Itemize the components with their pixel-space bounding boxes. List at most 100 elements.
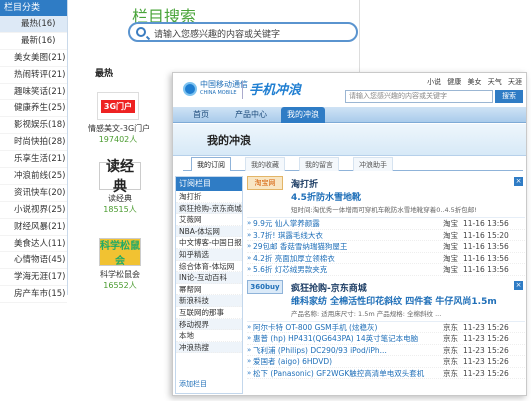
category-item[interactable]: 财经风暴(21) [0,219,67,236]
feed-item-title[interactable]: 飞利浦 (Philips) DC290/93 iPod/iPh... [253,346,387,355]
subscription-sidebar: 订阅栏目 淘打折疯狂抢购-京东商城艾薇网NBA-体坛网中文博客-中国日报网知乎精… [175,176,243,394]
category-item[interactable]: 美女美图(21) [0,50,67,67]
search-box[interactable]: 请输入您感兴趣的内容或关键字 [128,22,358,42]
feed-item-title[interactable]: 9.9元 仙人掌养颜露 [253,219,320,228]
subscription-item[interactable]: 综合体育-体坛网 [176,261,242,273]
category-item[interactable]: 最新(16) [0,33,67,50]
close-icon[interactable]: × [514,280,523,290]
top-link[interactable]: 天气 [488,78,502,86]
category-item[interactable]: 时尚快拍(28) [0,134,67,152]
category-item[interactable]: 小说视界(25) [0,202,67,219]
nav-home[interactable]: 首页 [193,107,209,123]
feed-item[interactable]: 松下 (Panasonic) GF2WGK触控高清单电双头套机 京东 11-23 1… [247,368,525,379]
category-item[interactable]: 最热(16) [0,16,67,33]
feed-item-title[interactable]: 阿尔卡特 OT-800 GSM手机 (炫稳灰) [253,323,377,332]
feed-item[interactable]: 爱国者 (aigo) 6HDVD) 京东 11-23 15:26 [247,356,525,368]
search-icon [136,27,146,37]
header-search-input[interactable]: 请输入您感兴趣的内容或关键字 [345,90,493,103]
feed-item[interactable]: 4.2折 亮面加厚立领棉衣 淘宝 11-16 13:56 [247,253,525,264]
subscription-item[interactable]: NBA-体坛网 [176,225,242,238]
feed-item-time: 11-16 13:56 [463,219,509,228]
tab-my-messages[interactable]: 我的留言 [299,157,339,171]
app-card[interactable]: 3G门户 情感美文-3G门户 197402人 [88,92,150,145]
feed-name[interactable]: 淘打折 [291,177,318,190]
feed-description: 短时间:淘优秀一体增雨可穿机车靴防水雪地靴穿着0..4.5折包邮! [247,204,525,218]
feed-item-time: 11-16 13:56 [463,242,509,251]
feed-item-time: 11-23 15:26 [463,322,509,332]
tab-surf-assistant[interactable]: 冲浪助手 [353,157,393,171]
tab-bar: 我的订阅 我的收藏 我的留言 冲浪助手 [183,157,523,171]
feed-section: 360buy 疯狂抢购-京东商城 × 维科家纺 全棉活性印花斜纹 四件套 牛仔风… [247,279,525,379]
category-item[interactable]: 健康养生(25) [0,100,67,118]
subscription-item[interactable]: 知乎精选 [176,248,242,261]
top-link[interactable]: 健康 [447,78,461,86]
subscription-item[interactable]: 新浪科技 [176,295,242,307]
app-card[interactable]: 科学松鼠会 科学松鼠会 16552人 [90,238,150,291]
feed-item-title[interactable]: 惠普 (hp) HP431(QG643PA) 14英寸笔记本电脑 [253,334,418,343]
category-item[interactable]: 热闹转评(21) [0,67,67,84]
feed-item[interactable]: 5.6折 灯芯绒男款夹克 淘宝 11-16 13:56 [247,264,525,276]
subscription-item[interactable]: 冲浪热搜 [176,341,242,354]
category-item[interactable]: 影视娱乐(18) [0,117,67,135]
category-item[interactable]: 美食达人(11) [0,236,67,253]
subscription-item[interactable]: 互联网的那事 [176,307,242,319]
header-search-button[interactable]: 搜索 [495,90,523,103]
feed-item-source: 京东 [443,345,458,355]
classics-calligraphy-icon: 读经典 [99,159,141,195]
close-icon[interactable]: × [514,177,523,186]
category-item[interactable]: 冲浪前线(25) [0,168,67,185]
feed-headline[interactable]: 维科家纺 全棉活性印花斜纹 四件套 牛仔风尚1.5m [247,296,525,308]
feed-item-source: 淘宝 [443,265,458,274]
taobao-logo: 淘宝网 [247,176,283,190]
feed-name[interactable]: 疯狂抢购-京东商城 [291,281,367,294]
feed-section: 淘宝网 淘打折 × 4.5折防水雪地靴 短时间:淘优秀一体增雨可穿机车靴防水雪地… [247,176,525,276]
feed-headline[interactable]: 4.5折防水雪地靴 [247,192,525,204]
feed-item[interactable]: 阿尔卡特 OT-800 GSM手机 (炫稳灰) 京东 11-23 15:26 [247,322,525,333]
feed-item-title[interactable]: 松下 (Panasonic) GF2WGK触控高清单电双头套机 [253,369,424,378]
feed-item-source: 淘宝 [443,242,458,251]
subscription-item[interactable]: 幂帮网 [176,284,242,296]
app-card[interactable]: 读经典 读经典 18515人 [90,159,150,215]
feed-item-title[interactable]: 4.2折 亮面加厚立领棉衣 [253,254,335,263]
subscription-item[interactable]: 疯狂抢购-京东商城 [176,202,242,215]
feed-items: 阿尔卡特 OT-800 GSM手机 (炫稳灰)京东11-23 15:26惠普 (… [247,322,525,379]
sidebar-title: 栏目分类 [0,0,67,16]
feed-item-time: 11-16 15:20 [463,230,509,240]
category-item[interactable]: 学海无涯(17) [0,269,67,287]
logo-divider [242,81,243,99]
nav-products[interactable]: 产品中心 [235,107,267,123]
subscription-item[interactable]: 淘打折 [176,191,242,203]
subscription-item[interactable]: 本地 [176,330,242,342]
feed-item-title[interactable]: 29包邮 香菇雪纳瑞猫狗屋王 [253,242,347,251]
feed-item-time: 11-16 13:56 [463,253,509,263]
subscription-item[interactable]: 中文博客-中国日报网 [176,237,242,249]
category-item[interactable]: 心情物语(45) [0,252,67,270]
top-link[interactable]: 美女 [468,78,482,86]
feed-item[interactable]: 惠普 (hp) HP431(QG643PA) 14英寸笔记本电脑 京东 11-23 … [247,333,525,345]
category-item[interactable]: 乐享生活(21) [0,151,67,169]
feed-item[interactable]: 29包邮 香菇雪纳瑞猫狗屋王 淘宝 11-16 13:56 [247,241,525,253]
tab-my-favorites[interactable]: 我的收藏 [245,157,285,171]
add-column-link[interactable]: 添加栏目 [179,379,207,389]
tab-my-subscriptions[interactable]: 我的订阅 [191,157,231,171]
category-item[interactable]: 资讯快车(20) [0,185,67,202]
page-banner: 我的冲浪 [173,124,526,156]
top-link[interactable]: 小说 [427,78,441,86]
feed-item-title[interactable]: 3.7折! 琪露毛线大衣 [253,231,323,240]
top-link[interactable]: 天涯 [508,78,522,86]
feed-item[interactable]: 9.9元 仙人掌养颜露 淘宝 11-16 13:56 [247,218,525,230]
category-item[interactable]: 房产车市(15) [0,286,67,304]
nav-my-surfing[interactable]: 我的冲浪 [281,107,325,123]
feed-item[interactable]: 3.7折! 琪露毛线大衣 淘宝 11-16 15:20 [247,230,525,241]
subscription-item[interactable]: 移动视界 [176,318,242,331]
feed-item-title[interactable]: 爱国者 (aigo) 6HDVD) [253,357,332,366]
subscription-sidebar-title: 订阅栏目 [176,177,242,191]
subscription-item[interactable]: IN论-互动百科 [176,272,242,284]
feed-item-time: 11-23 15:26 [463,357,509,366]
feed-item[interactable]: 飞利浦 (Philips) DC290/93 iPod/iPh... 京东 11-2… [247,345,525,356]
feed-item-title[interactable]: 5.6折 灯芯绒男款夹克 [253,265,327,274]
category-item[interactable]: 趣味笑话(21) [0,84,67,101]
search-placeholder: 请输入您感兴趣的内容或关键字 [154,30,281,40]
top-links: 小说 健康 美女 天气 天涯 [423,77,522,87]
subscription-item[interactable]: 艾薇网 [176,214,242,226]
